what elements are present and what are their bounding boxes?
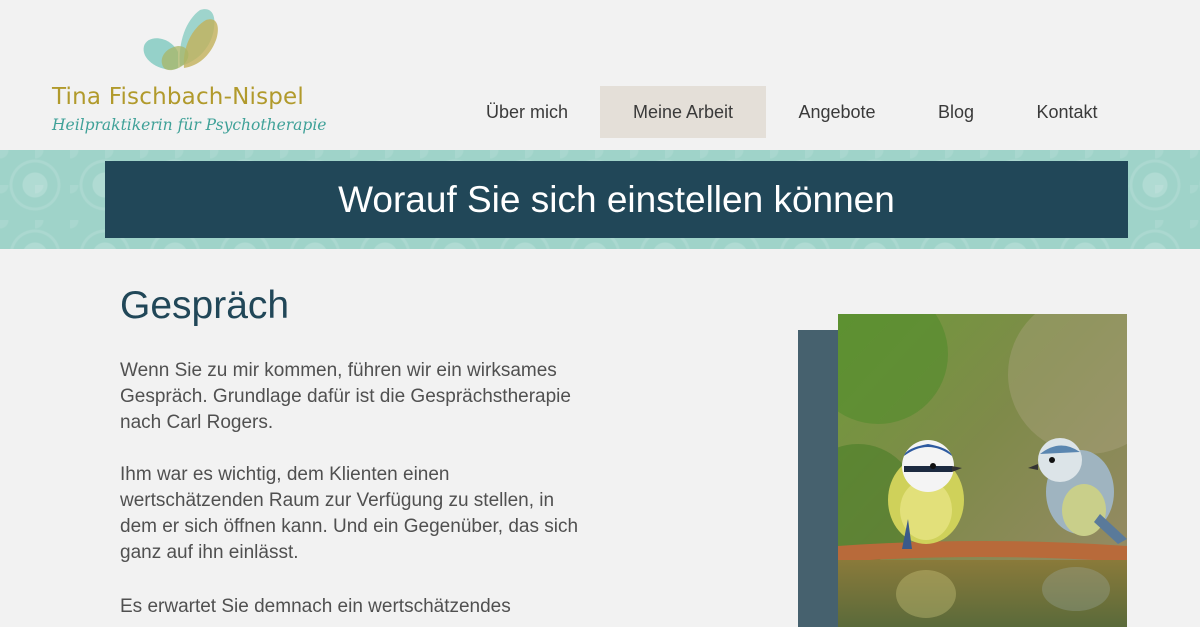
- title-banner: Worauf Sie sich einstellen können: [0, 150, 1200, 249]
- butterfly-logo-icon[interactable]: [138, 2, 220, 74]
- nav-item-ueber-mich[interactable]: Über mich: [454, 86, 600, 138]
- decorative-accent-block: [798, 330, 838, 627]
- site-header: Tina Fischbach-Nispel Heilpraktikerin fü…: [0, 0, 1200, 150]
- nav-item-kontakt[interactable]: Kontakt: [1004, 86, 1130, 138]
- paragraph-3: Es erwartet Sie demnach ein wertschätzen…: [120, 596, 511, 617]
- paragraph-2: Ihm war es wichtig, dem Klienten einen w…: [120, 464, 579, 563]
- nav-item-blog[interactable]: Blog: [908, 86, 1004, 138]
- page-title: Worauf Sie sich einstellen können: [105, 161, 1128, 238]
- blue-tits-photo: [838, 314, 1127, 627]
- brand-name[interactable]: Tina Fischbach-Nispel: [52, 84, 304, 110]
- nav-item-angebote[interactable]: Angebote: [766, 86, 908, 138]
- brand-subtitle: Heilpraktikerin für Psychotherapie: [52, 116, 327, 134]
- paragraph-1: Wenn Sie zu mir kommen, führen wir ein w…: [120, 360, 571, 433]
- section-heading: Gespräch: [120, 284, 290, 327]
- nav-item-meine-arbeit[interactable]: Meine Arbeit: [600, 86, 766, 138]
